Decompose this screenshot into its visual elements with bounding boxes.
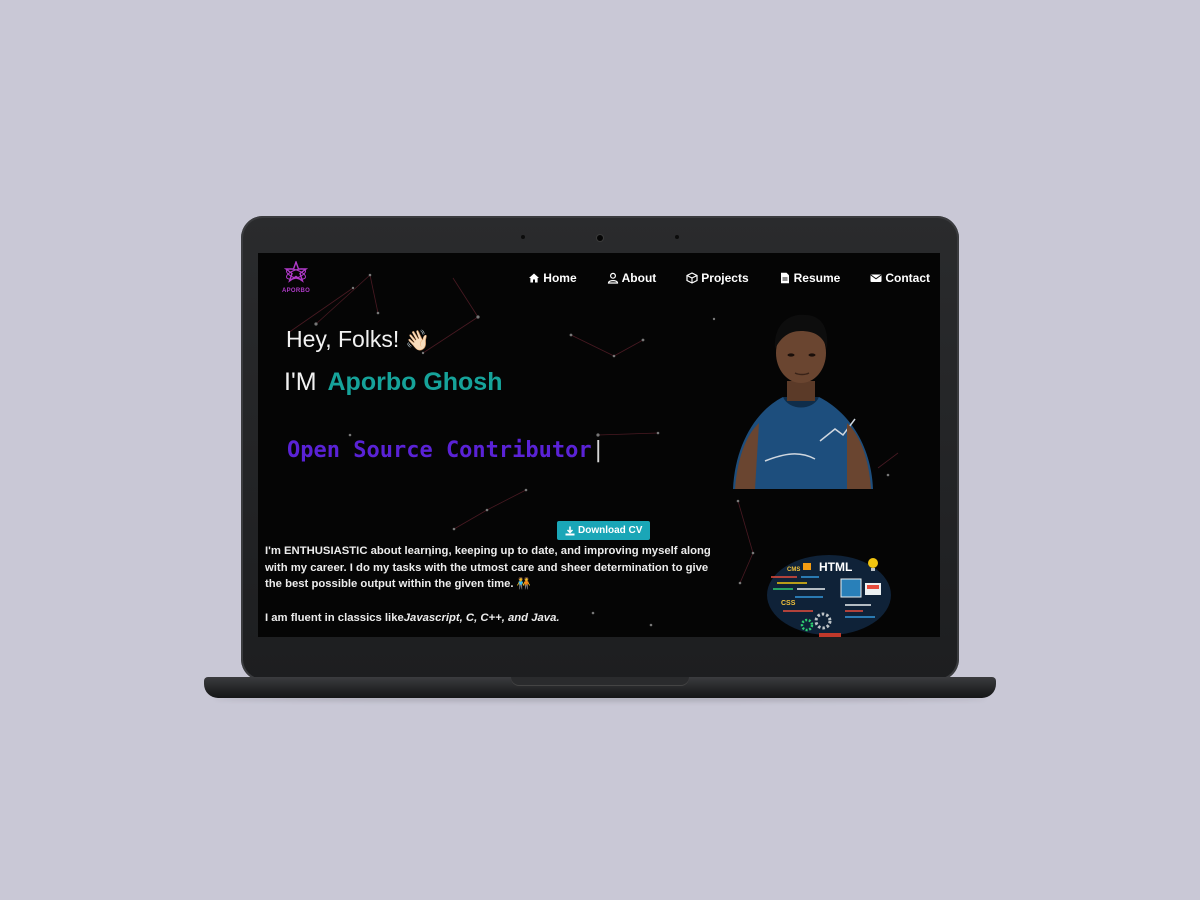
coding-illustration: HTML CSS CMS: [767, 555, 891, 637]
typewriter-role: Open Source Contributor|: [287, 438, 605, 463]
nav-contact[interactable]: Contact: [870, 271, 930, 285]
site-logo[interactable]: APORBO: [282, 261, 310, 299]
about-paragraph: I'm ENTHUSIASTIC about learning, keeping…: [265, 545, 711, 590]
nav-projects-label: Projects: [701, 271, 749, 285]
nav-resume[interactable]: Resume: [779, 271, 841, 285]
languages-prefix: I am fluent in classics like: [265, 611, 404, 624]
waving-hand-icon: 👋🏻: [405, 330, 431, 352]
download-cv-label: Download CV: [578, 525, 643, 536]
greeting-text: Hey, Folks!: [286, 326, 400, 352]
cube-icon: [686, 272, 698, 284]
illustration-html-label: HTML: [819, 560, 852, 574]
envelope-icon: [870, 274, 882, 282]
webcam: [597, 235, 603, 241]
nav-resume-label: Resume: [793, 271, 841, 285]
document-icon: [780, 272, 789, 284]
languages-list: Javascript, C, C++, and Java.: [403, 611, 560, 624]
typing-cursor: |: [591, 438, 605, 463]
hero-intro: I'M Aporbo Ghosh: [284, 368, 502, 397]
website-screen: APORBO Home About Projects Resume Contac…: [258, 253, 940, 637]
profile-photo: [725, 311, 877, 489]
nav-home[interactable]: Home: [528, 271, 577, 285]
sensor-dot: [521, 235, 525, 239]
illustration-css-label: CSS: [781, 600, 796, 607]
intro-prefix: I'M: [284, 368, 317, 396]
home-icon: [529, 273, 540, 283]
laptop-opening-notch: [511, 677, 689, 686]
atom-star-logo-icon: [284, 261, 308, 283]
logo-text: APORBO: [282, 288, 311, 294]
illustration-cms-label: CMS: [787, 567, 800, 573]
person-name: Aporbo Ghosh: [327, 368, 503, 396]
profile-portrait-image: [733, 314, 873, 489]
nav-contact-label: Contact: [885, 271, 930, 285]
nav-home-label: Home: [543, 271, 577, 285]
sensor-dot: [675, 235, 679, 239]
user-icon: [607, 272, 618, 284]
download-icon: [565, 526, 575, 535]
nav-about[interactable]: About: [607, 271, 657, 285]
download-cv-button[interactable]: Download CV: [557, 521, 651, 540]
main-navigation: Home About Projects Resume Contact: [528, 271, 930, 285]
hero-greeting: Hey, Folks! 👋🏻: [286, 326, 430, 353]
nav-projects[interactable]: Projects: [686, 271, 749, 285]
languages-line: I am fluent in classics likeJavascript, …: [265, 610, 725, 627]
laptop-base: [204, 677, 996, 698]
role-text: Open Source Contributor: [287, 438, 592, 463]
about-section: I'm ENTHUSIASTIC about learning, keeping…: [265, 543, 725, 626]
nav-about-label: About: [621, 271, 657, 285]
